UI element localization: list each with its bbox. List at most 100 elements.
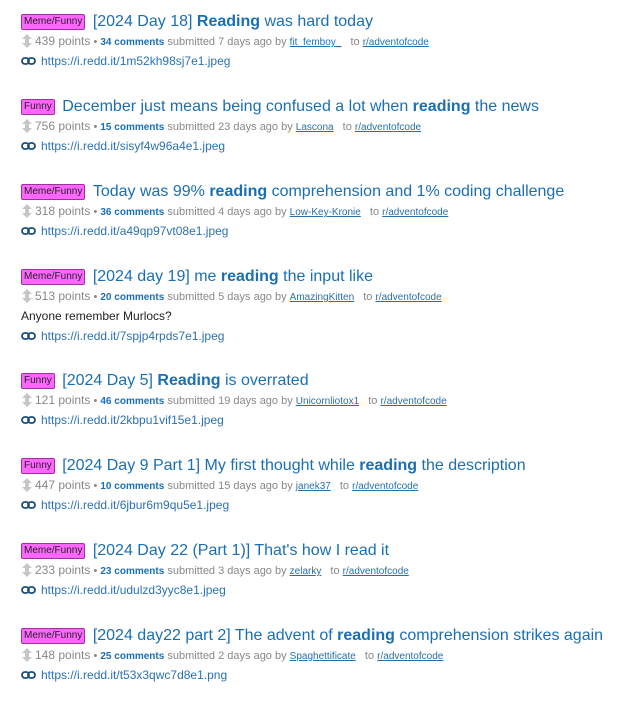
vote-arrows-icon[interactable] [21,563,33,577]
post-submitted-text: submitted 5 days ago by [167,291,287,303]
post-subreddit-link[interactable]: r/adventofcode [377,651,443,662]
post-title-line: Meme/Funny Today was 99% reading compreh… [21,182,564,202]
post-submitted-text: submitted 2 days ago by [167,650,287,662]
post-url-link[interactable]: https://i.redd.it/t53x3qwc7d8e1.png [41,668,227,682]
post-title-link[interactable]: [2024 day22 part 2] The advent of readin… [93,627,603,644]
link-chain-icon [21,57,36,65]
vote-arrows-icon[interactable] [21,648,33,662]
post-meta: 439 points • 34 comments submitted 7 day… [21,34,429,50]
post-comments-link[interactable]: 15 comments [100,122,164,133]
post-author-link[interactable]: Unicornliotox1 [296,396,359,407]
post-subreddit-link[interactable]: r/adventofcode [352,481,418,492]
post-flair[interactable]: Meme/Funny [21,628,86,644]
post-comments-link[interactable]: 20 comments [100,292,164,303]
post-submitted-text: submitted 4 days ago by [167,206,287,218]
title-keyword-highlight: reading [359,457,418,474]
post-flair[interactable]: Meme/Funny [21,269,86,285]
post-flair[interactable]: Funny [21,373,55,389]
post-comments-link[interactable]: 25 comments [100,651,164,662]
post-title-link[interactable]: [2024 day 19] me reading the input like [93,268,373,285]
post-submitted-text: submitted 15 days ago by [167,480,293,492]
post-to-text: to [339,480,350,492]
vote-arrows-icon[interactable] [21,34,33,48]
post-author-link[interactable]: Low-Key-Kronie [290,207,361,218]
post-author-link[interactable]: Lascona [296,122,334,133]
title-text: the description [417,457,526,474]
post-url-link[interactable]: https://i.redd.it/udulzd3yyc8e1.jpeg [41,583,226,597]
search-result-post: Funny December just means being confused… [0,97,635,179]
post-subreddit-link[interactable]: r/adventofcode [375,292,441,303]
post-title-line: Funny December just means being confused… [21,97,539,117]
vote-arrows-icon[interactable] [21,204,33,218]
vote-arrows-icon[interactable] [21,119,33,133]
link-chain-icon [21,142,36,150]
title-text: the news [470,98,539,115]
post-title-line: Meme/Funny [2024 Day 18] Reading was har… [21,12,373,32]
post-subreddit-link[interactable]: r/adventofcode [363,37,429,48]
title-text: [2024 Day 5] [62,372,158,389]
post-comments-link[interactable]: 23 comments [100,566,164,577]
post-meta: 148 points • 25 comments submitted 2 day… [21,648,443,664]
post-meta: 447 points • 10 comments submitted 15 da… [21,478,418,494]
link-chain-icon [21,586,36,594]
post-flair[interactable]: Meme/Funny [21,543,86,559]
title-keyword-highlight: reading [220,268,279,285]
post-author-link[interactable]: Spaghettificate [290,651,356,662]
post-meta: 233 points • 23 comments submitted 3 day… [21,563,409,579]
post-url-link[interactable]: https://i.redd.it/6jbur6m9qu5e1.jpeg [41,498,229,512]
post-comments-link[interactable]: 34 comments [100,37,164,48]
post-points: 121 points [35,393,91,407]
post-author-link[interactable]: AmazingKitten [290,292,354,303]
post-to-text: to [369,206,380,218]
post-author-link[interactable]: fit_femboy_ [290,37,342,48]
post-url-line: https://i.redd.it/sisyf4w96a4e1.jpeg [21,139,225,153]
post-title-link[interactable]: [2024 Day 5] Reading is overrated [62,372,308,389]
post-points: 756 points [35,119,91,133]
title-text: the input like [278,268,373,285]
title-text: was hard today [260,13,373,30]
search-result-post: Meme/Funny [2024 day 19] me reading the … [0,267,635,349]
post-subreddit-link[interactable]: r/adventofcode [343,566,409,577]
vote-arrows-icon[interactable] [21,289,33,303]
post-title-line: Meme/Funny [2024 day22 part 2] The adven… [21,626,603,646]
post-comments-link[interactable]: 10 comments [100,481,164,492]
post-url-link[interactable]: https://i.redd.it/2kbpu1vif15e1.jpeg [41,413,224,427]
post-to-text: to [364,650,375,662]
post-url-link[interactable]: https://i.redd.it/sisyf4w96a4e1.jpeg [41,139,225,153]
post-url-link[interactable]: https://i.redd.it/a49qp97vt08e1.jpeg [41,224,228,238]
title-keyword-highlight: reading [209,183,268,200]
post-comments-link[interactable]: 46 comments [100,396,164,407]
post-submitted-text: submitted 19 days ago by [167,395,293,407]
vote-arrows-icon[interactable] [21,478,33,492]
post-title-link[interactable]: [2024 Day 9 Part 1] My first thought whi… [62,457,525,474]
post-author-link[interactable]: janek37 [296,481,331,492]
post-flair[interactable]: Funny [21,99,55,115]
post-title-link[interactable]: [2024 Day 22 (Part 1)] That's how I read… [93,542,389,559]
post-meta: 513 points • 20 comments submitted 5 day… [21,289,442,305]
post-subreddit-link[interactable]: r/adventofcode [382,207,448,218]
post-subreddit-link[interactable]: r/adventofcode [380,396,446,407]
post-title-link[interactable]: Today was 99% reading comprehension and … [93,183,564,200]
post-url-line: https://i.redd.it/7spjp4rpds7e1.jpeg [21,329,224,343]
title-text: December just means being confused a lot… [62,98,413,115]
post-submitted-text: submitted 23 days ago by [167,121,293,133]
post-flair[interactable]: Funny [21,458,55,474]
post-flair[interactable]: Meme/Funny [21,14,86,30]
post-subreddit-link[interactable]: r/adventofcode [355,122,421,133]
post-meta: 121 points • 46 comments submitted 19 da… [21,393,447,409]
post-author-link[interactable]: zelarky [290,566,322,577]
post-title-link[interactable]: [2024 Day 18] Reading was hard today [93,13,373,30]
post-url-link[interactable]: https://i.redd.it/7spjp4rpds7e1.jpeg [41,329,224,343]
post-title-link[interactable]: December just means being confused a lot… [62,98,539,115]
vote-arrows-icon[interactable] [21,393,33,407]
post-url-line: https://i.redd.it/1m52kh98sj7e1.jpeg [21,54,230,68]
post-flair[interactable]: Meme/Funny [21,184,86,200]
search-result-post: Meme/Funny [2024 Day 18] Reading was har… [0,12,635,94]
post-points: 447 points [35,478,91,492]
post-points: 148 points [35,648,91,662]
post-to-text: to [330,565,340,577]
title-keyword-highlight: reading [412,98,471,115]
post-url-link[interactable]: https://i.redd.it/1m52kh98sj7e1.jpeg [41,54,230,68]
post-comments-link[interactable]: 36 comments [100,207,164,218]
post-points: 233 points [35,563,91,577]
